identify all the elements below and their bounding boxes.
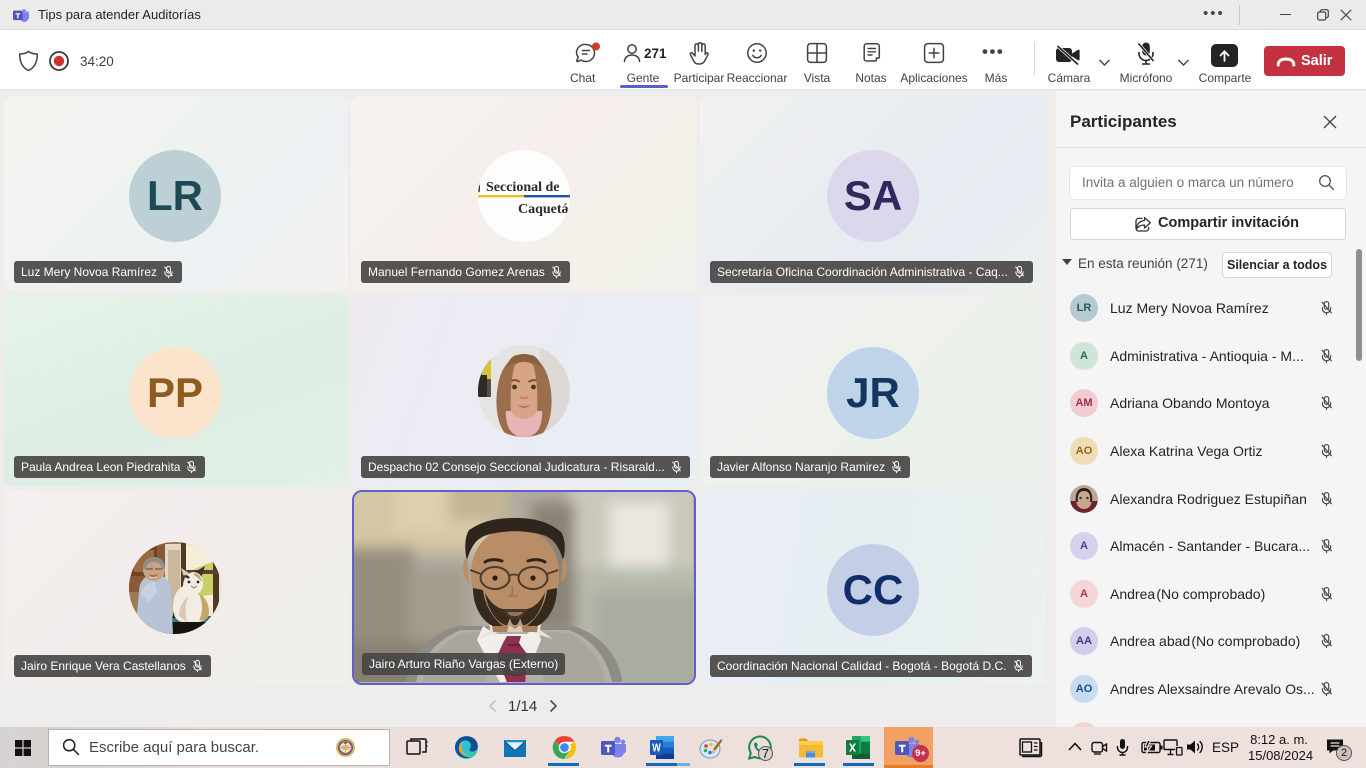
svg-text:j̇: j̇ (478, 180, 481, 193)
svg-text:7: 7 (762, 747, 769, 761)
svg-text:Caquetá: Caquetá (518, 202, 569, 217)
svg-text:Seccional de: Seccional de (486, 180, 560, 195)
